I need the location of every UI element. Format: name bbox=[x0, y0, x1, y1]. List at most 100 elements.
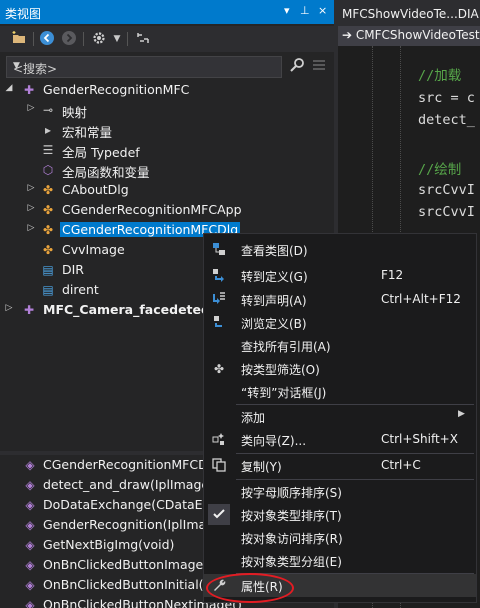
menu-item-go-to-dialog[interactable]: “转到”对话框(J) bbox=[204, 380, 476, 403]
menu-item-class-wizard[interactable]: 类向导(Z)... Ctrl+Shift+X bbox=[204, 428, 476, 451]
method-icon: ◈ bbox=[25, 458, 35, 472]
arrow-right-icon: ➔ bbox=[342, 28, 353, 42]
menu-item-shortcut: Ctrl+Alt+F12 bbox=[381, 292, 461, 306]
collapsed-arrow-icon[interactable]: ▷ bbox=[26, 223, 36, 233]
class-view-toolbar: ▼ bbox=[0, 26, 334, 52]
tree-item-label: CGenderRecognitionMFCApp bbox=[62, 202, 242, 217]
menu-item-label: 浏览定义(B) bbox=[241, 317, 307, 331]
class-icon: ✤ bbox=[42, 183, 54, 197]
code-line: srcCvvI bbox=[418, 204, 475, 220]
tree-item-caboutdlg[interactable]: ▷ ✤ CAboutDlg bbox=[0, 180, 334, 200]
menu-item-copy[interactable]: 复制(Y) Ctrl+C bbox=[204, 454, 476, 477]
navigation-bar[interactable]: ➔ CMFCShowVideoTest bbox=[338, 26, 480, 46]
project-icon: ✚ bbox=[23, 303, 35, 317]
clear-search-icon[interactable] bbox=[309, 57, 329, 77]
editor-tab[interactable]: MFCShowVideoTe...DIA bbox=[338, 4, 480, 26]
tree-item-label: dirent bbox=[62, 282, 99, 297]
class-icon: ✤ bbox=[42, 223, 54, 237]
menu-item-view-class-diagram[interactable]: 查看类图(D) bbox=[204, 238, 476, 261]
new-folder-icon[interactable] bbox=[10, 30, 28, 48]
back-icon[interactable] bbox=[38, 30, 56, 48]
macro-icon: ▸ bbox=[44, 123, 52, 137]
tree-item-typedef[interactable]: ☰ 全局 Typedef bbox=[0, 140, 334, 160]
search-icon[interactable] bbox=[287, 57, 307, 77]
menu-item-go-to-definition[interactable]: 转到定义(G) F12 bbox=[204, 264, 476, 287]
class-wizard-icon bbox=[210, 431, 228, 449]
menu-item-browse-definition[interactable]: 浏览定义(B) bbox=[204, 311, 476, 334]
tree-item-label: 全局 Typedef bbox=[62, 145, 140, 160]
collapsed-arrow-icon[interactable]: ▷ bbox=[26, 183, 36, 193]
method-icon: ◈ bbox=[25, 558, 35, 572]
settings-gear-icon[interactable] bbox=[90, 30, 108, 48]
menu-item-sort-by-object-type[interactable]: 按对象类型排序(T) bbox=[204, 503, 476, 526]
class-icon: ✤ bbox=[42, 203, 54, 217]
menu-item-label: 添加 bbox=[241, 411, 266, 425]
menu-item-find-all-references[interactable]: 查找所有引用(A) bbox=[204, 334, 476, 357]
project-icon: ✚ bbox=[23, 83, 35, 97]
map-icon: ⊸ bbox=[42, 103, 54, 117]
code-line: src = c bbox=[418, 90, 475, 106]
method-icon: ◈ bbox=[25, 478, 35, 492]
chevron-down-icon[interactable]: ▼ bbox=[13, 61, 277, 71]
tree-item-project[interactable]: ◢ ✚ GenderRecognitionMFC bbox=[0, 80, 334, 100]
tree-item-label: CAboutDlg bbox=[62, 182, 129, 197]
collapsed-arrow-icon[interactable]: ▷ bbox=[4, 303, 14, 313]
tree-item-label: GenderRecognitionMFC bbox=[43, 82, 190, 97]
panel-title-bar: 类视图 ▾ ⊥ × bbox=[0, 0, 334, 24]
menu-item-shortcut: Ctrl+Shift+X bbox=[381, 432, 458, 446]
tree-item-globals[interactable]: ⬡ 全局函数和变量 bbox=[0, 160, 334, 180]
menu-item-shortcut: F12 bbox=[381, 268, 404, 282]
menu-item-add[interactable]: 添加 ▶ bbox=[204, 405, 476, 428]
menu-item-go-to-declaration[interactable]: 转到声明(A) Ctrl+Alt+F12 bbox=[204, 288, 476, 311]
panel-dropdown-button[interactable]: ▾ bbox=[284, 4, 290, 17]
method-icon: ◈ bbox=[25, 518, 35, 532]
method-icon: ◈ bbox=[25, 538, 35, 552]
menu-item-label: 按类型筛选(O) bbox=[241, 363, 320, 377]
menu-item-filter-by-type[interactable]: ✤ 按类型筛选(O) bbox=[204, 357, 476, 380]
tree-item-label: 宏和常量 bbox=[62, 125, 113, 140]
member-label: detect_and_draw(IplImage * bbox=[43, 477, 220, 492]
method-icon: ◈ bbox=[25, 498, 35, 512]
close-panel-button[interactable]: × bbox=[318, 4, 327, 17]
search-input[interactable]: <搜索> ▼ bbox=[6, 56, 282, 78]
method-icon: ◈ bbox=[25, 598, 35, 608]
chevron-down-icon[interactable]: ▼ bbox=[108, 30, 126, 48]
tree-item-maps[interactable]: ▷ ⊸ 映射 bbox=[0, 100, 334, 120]
member-label: GenderRecognition(IplImag bbox=[43, 517, 215, 532]
menu-item-label: 查看类图(D) bbox=[241, 244, 308, 258]
tree-item-macros[interactable]: ▸ 宏和常量 bbox=[0, 120, 334, 140]
collapsed-arrow-icon[interactable]: ▷ bbox=[26, 203, 36, 213]
member-label: DoDataExchange(CDataExch bbox=[43, 497, 225, 512]
code-line: srcCvvI bbox=[418, 182, 475, 198]
menu-item-label: 类向导(Z)... bbox=[241, 434, 307, 448]
pin-button[interactable]: ⊥ bbox=[300, 4, 310, 17]
sync-icon[interactable] bbox=[134, 30, 152, 48]
tree-item-label: CvvImage bbox=[62, 242, 125, 257]
method-icon: ◈ bbox=[25, 578, 35, 592]
menu-item-label: 按对象类型排序(T) bbox=[241, 509, 342, 523]
forward-icon[interactable] bbox=[60, 30, 78, 48]
go-to-declaration-icon bbox=[210, 291, 228, 309]
tree-item-label: 映射 bbox=[62, 105, 88, 120]
menu-item-sort-by-access[interactable]: 按对象访问排序(R) bbox=[204, 526, 476, 549]
global-function-icon: ⬡ bbox=[42, 163, 54, 177]
tree-item-label: DIR bbox=[62, 262, 84, 277]
toolbar-separator bbox=[83, 32, 84, 46]
context-menu: 查看类图(D) 转到定义(G) F12 转到声明(A) Ctrl+Alt+F12… bbox=[203, 233, 477, 603]
toolbar-separator bbox=[127, 32, 128, 46]
collapsed-arrow-icon[interactable]: ▷ bbox=[26, 103, 36, 113]
filter-by-type-icon: ✤ bbox=[213, 362, 225, 376]
browse-definition-icon bbox=[210, 314, 228, 332]
menu-item-label: 按对象访问排序(R) bbox=[241, 532, 343, 546]
code-line: //加载 bbox=[418, 68, 462, 84]
member-label: CGenderRecognitionMFCDlg bbox=[43, 457, 220, 472]
tree-item-app-class[interactable]: ▷ ✤ CGenderRecognitionMFCApp bbox=[0, 200, 334, 220]
menu-item-label: “转到”对话框(J) bbox=[241, 386, 327, 400]
menu-item-sort-alphabetically[interactable]: 按字母顺序排序(S) bbox=[204, 480, 476, 503]
typedef-icon: ☰ bbox=[42, 143, 54, 157]
toolbar-separator bbox=[33, 32, 34, 46]
expanded-arrow-icon[interactable]: ◢ bbox=[4, 83, 14, 93]
class-icon: ✤ bbox=[42, 243, 54, 257]
menu-item-group-by-object-type[interactable]: 按对象类型分组(E) bbox=[204, 549, 476, 572]
class-diagram-icon bbox=[210, 241, 228, 259]
